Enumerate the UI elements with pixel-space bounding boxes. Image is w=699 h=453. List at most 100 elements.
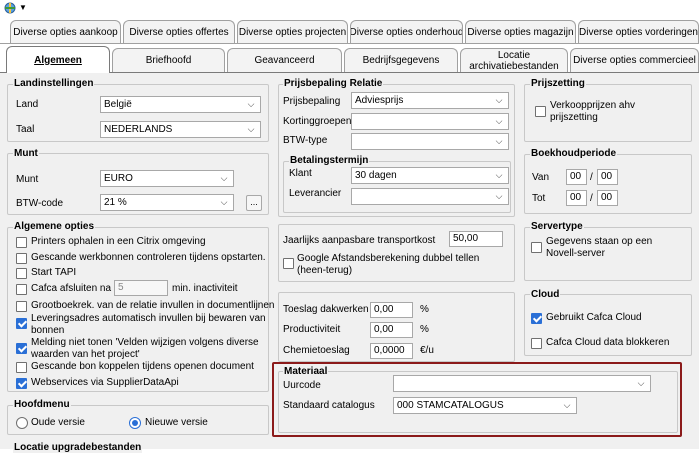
prijszetting-title: Prijszetting: [530, 78, 586, 89]
tab-diverse-opties-onderhoud[interactable]: Diverse opties onderhoud: [350, 20, 463, 44]
materiaal-highlight-box: [272, 362, 682, 437]
novell-server-label-2: Novell-server: [546, 248, 605, 259]
cafca-afsluiten-minutes-input[interactable]: 5: [114, 280, 168, 296]
cloud-title: Cloud: [530, 289, 561, 300]
prijsbepaling-select[interactable]: Adviesprijs ⌵: [351, 92, 509, 109]
webservices-label: Webservices via SupplierDataApi: [31, 377, 179, 388]
toeslag-dakwerken-label: Toeslag dakwerken: [283, 304, 369, 315]
tot-year-input[interactable]: 00: [597, 190, 618, 206]
novell-server-checkbox[interactable]: [531, 242, 542, 253]
gescande-werkbonnen-label: Gescande werkbonnen controleren tijdens …: [31, 252, 266, 263]
locatie-upgrade-title: Locatie upgradebestanden: [13, 442, 143, 453]
tab-bedrijfsgegevens[interactable]: Bedrijfsgegevens: [344, 48, 458, 72]
leverancier-betalingstermijn-select[interactable]: ⌵: [351, 188, 509, 205]
tab-diverse-opties-magazijn[interactable]: Diverse opties magazijn: [465, 20, 576, 44]
tab-diverse-opties-vorderingen[interactable]: Diverse opties vorderingen: [578, 20, 699, 44]
tab-briefhoofd[interactable]: Briefhoofd: [112, 48, 225, 72]
cafca-afsluiten-label: Cafca afsluiten na: [31, 283, 112, 294]
jaarlijks-transportkost-label: Jaarlijks aanpasbare transportkost: [283, 235, 436, 246]
google-afstand-checkbox[interactable]: [283, 258, 294, 269]
toeslag-dakwerken-input[interactable]: 0,00: [370, 302, 413, 318]
munt-title: Munt: [13, 148, 39, 159]
tab-diverse-opties-aankoop[interactable]: Diverse opties aankoop: [10, 20, 121, 44]
productiviteit-label: Productiviteit: [283, 324, 341, 335]
oude-versie-label: Oude versie: [31, 417, 85, 428]
tot-month-input[interactable]: 00: [566, 190, 587, 206]
oude-versie-radio[interactable]: [16, 417, 28, 429]
btw-type-select[interactable]: ⌵: [351, 133, 509, 150]
tab-diverse-opties-projecten[interactable]: Diverse opties projecten: [237, 20, 348, 44]
chevron-down-icon: ⌵: [495, 170, 503, 180]
start-tapi-label: Start TAPI: [31, 267, 77, 278]
gebruikt-cafca-cloud-checkbox[interactable]: [531, 313, 542, 324]
btw-type-label: BTW-type: [283, 135, 328, 146]
tab-diverse-opties-offertes[interactable]: Diverse opties offertes: [123, 20, 235, 44]
btw-code-browse-button[interactable]: ...: [246, 195, 262, 211]
tab-algemeen[interactable]: Algemeen: [6, 46, 110, 73]
van-year-input[interactable]: 00: [597, 169, 618, 185]
chevron-down-icon: ⌵: [220, 173, 228, 183]
klant-betalingstermijn-select[interactable]: 30 dagen ⌵: [351, 167, 509, 184]
kortinggroepen-label: Kortinggroepen: [283, 116, 352, 127]
munt-label: Munt: [16, 174, 39, 185]
verkoopprijzen-checkbox[interactable]: [535, 106, 546, 117]
betalingstermijn-title: Betalingstermijn: [289, 155, 370, 166]
prijsbepaling-label: Prijsbepaling: [283, 96, 341, 107]
van-separator: /: [590, 172, 593, 183]
chemietoeslag-unit: €/u: [420, 345, 434, 356]
toeslag-dakwerken-unit: %: [420, 304, 429, 315]
tab-locatie-archivatiebestanden[interactable]: Locatie archivatiebestanden: [460, 48, 568, 72]
tab-geavanceerd[interactable]: Geavanceerd: [227, 48, 342, 72]
chevron-down-icon: ⌵: [495, 136, 503, 146]
gebruikt-cafca-cloud-label: Gebruikt Cafca Cloud: [546, 312, 642, 323]
van-month-input[interactable]: 00: [566, 169, 587, 185]
options-icon[interactable]: [3, 1, 17, 15]
chevron-down-icon: ⌵: [247, 124, 255, 134]
chevron-down-icon: ⌵: [495, 191, 503, 201]
leveringsadres-checkbox[interactable]: [16, 318, 27, 329]
gescande-werkbonnen-checkbox[interactable]: [16, 253, 27, 264]
cloud-data-blokkeren-checkbox[interactable]: [531, 338, 542, 349]
chevron-down-icon: ⌵: [495, 116, 503, 126]
nieuwe-versie-radio[interactable]: [129, 417, 141, 429]
webservices-checkbox[interactable]: [16, 378, 27, 389]
printers-citrix-checkbox[interactable]: [16, 237, 27, 248]
productiviteit-unit: %: [420, 324, 429, 335]
chemietoeslag-input[interactable]: 0,0000: [370, 343, 413, 359]
klant-label: Klant: [289, 168, 312, 179]
productiviteit-input[interactable]: 0,00: [370, 322, 413, 338]
tab-diverse-opties-commercieel[interactable]: Diverse opties commercieel: [570, 48, 699, 72]
novell-server-label-1: Gegevens staan op een: [546, 236, 653, 247]
google-afstand-label-2: (heen-terug): [297, 265, 353, 276]
btw-code-select[interactable]: 21 % ⌵: [100, 194, 234, 211]
gescande-bon-checkbox[interactable]: [16, 362, 27, 373]
boekhoudperiode-title: Boekhoudperiode: [530, 148, 618, 159]
btw-code-label: BTW-code: [16, 198, 64, 209]
munt-select[interactable]: EURO ⌵: [100, 170, 234, 187]
kortinggroepen-select[interactable]: ⌵: [351, 113, 509, 130]
land-label: Land: [16, 99, 39, 110]
taal-select[interactable]: NEDERLANDS ⌵: [100, 121, 261, 138]
van-label: Van: [532, 172, 550, 183]
chevron-down-icon: ⌵: [495, 95, 503, 105]
landinstellingen-title: Landinstellingen: [13, 78, 95, 89]
start-tapi-checkbox[interactable]: [16, 268, 27, 279]
tot-separator: /: [590, 193, 593, 204]
melding-niet-tonen-label-1: Melding niet tonen 'Velden wijzigen volg…: [31, 337, 259, 348]
algemene-opties-title: Algemene opties: [13, 221, 96, 232]
tab-divider: [0, 43, 699, 44]
land-select[interactable]: België ⌵: [100, 96, 261, 113]
nieuwe-versie-label: Nieuwe versie: [145, 417, 208, 428]
melding-niet-tonen-checkbox[interactable]: [16, 343, 27, 354]
printers-citrix-label: Printers ophalen in een Citrix omgeving: [31, 236, 206, 247]
gescande-bon-label: Gescande bon koppelen tijdens openen doc…: [31, 361, 254, 372]
chemietoeslag-label: Chemietoeslag: [283, 345, 350, 356]
cafca-afsluiten-checkbox[interactable]: [16, 284, 27, 295]
cloud-data-blokkeren-label: Cafca Cloud data blokkeren: [546, 337, 670, 348]
grootboekrek-checkbox[interactable]: [16, 301, 27, 312]
chevron-down-icon: ⌵: [220, 197, 228, 207]
jaarlijks-transportkost-input[interactable]: 50,00: [449, 231, 503, 247]
taal-label: Taal: [16, 124, 35, 135]
leveringsadres-label-2: bonnen: [31, 325, 65, 336]
dropdown-arrow-icon[interactable]: ▼: [19, 3, 27, 13]
